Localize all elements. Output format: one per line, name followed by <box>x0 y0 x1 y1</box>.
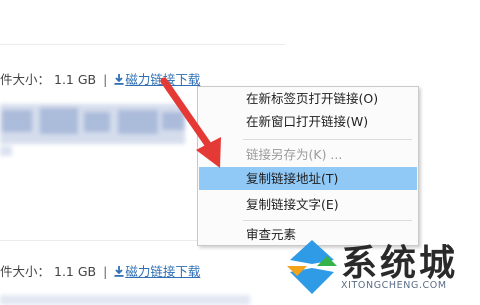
watermark-url: XITONGCHENG.COM <box>341 280 447 291</box>
watermark: 系统城 XITONGCHENG.COM <box>283 230 480 305</box>
watermark-title: 系统城 <box>341 243 459 284</box>
windows-logo-icon <box>287 240 337 294</box>
